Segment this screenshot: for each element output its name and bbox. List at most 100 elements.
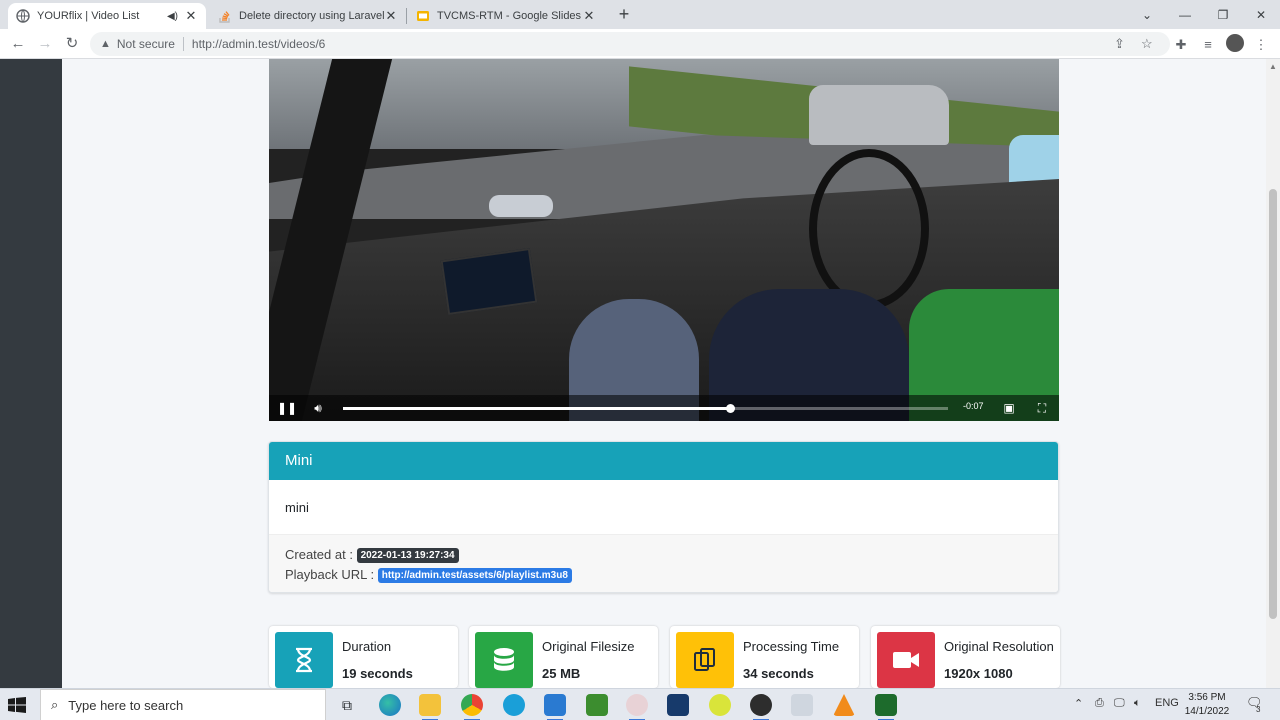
tab-search-icon[interactable]: ⌄ (1128, 0, 1166, 29)
seek-bar-played (343, 407, 731, 410)
speaker-icon[interactable]: 🔈︎ (1134, 697, 1141, 710)
created-label: Created at : (285, 547, 353, 562)
video-frame-steering-wheel (809, 149, 929, 309)
time-remaining: -0:07 (963, 401, 984, 411)
fullscreen-icon[interactable]: ⛶ (1033, 399, 1051, 417)
info-box-value: 34 seconds (743, 666, 814, 681)
created-badge: 2022-01-13 19:27:34 (356, 548, 459, 563)
reload-icon[interactable]: ↻ (62, 34, 82, 54)
edge-browser-icon[interactable] (379, 694, 401, 716)
minimize-button[interactable]: — (1166, 0, 1204, 29)
menu-kebab-icon[interactable]: ⋮ (1252, 36, 1270, 54)
taskbar-search-placeholder: Type here to search (68, 697, 184, 713)
task-view-icon[interactable]: ⧉ (336, 694, 358, 716)
taskbar-search[interactable]: ⌕ Type here to search (40, 689, 326, 720)
back-arrow-icon[interactable]: ← (8, 34, 28, 54)
app-icon[interactable] (503, 694, 525, 716)
browser-tab-strip: YOURflix | Video List ◀︎) ✕ Delete direc… (0, 0, 1280, 29)
copy-icon (676, 632, 734, 688)
close-tab-icon[interactable]: ✕ (184, 8, 198, 24)
playback-row: Playback URL : http://admin.test/assets/… (285, 565, 1042, 585)
tab-separator (406, 8, 407, 24)
volume-icon[interactable]: 🔊︎ (309, 399, 327, 417)
profile-avatar[interactable] (1226, 34, 1244, 52)
show-hidden-icons-icon[interactable]: ⌃ (1074, 697, 1083, 710)
created-row: Created at : 2022-01-13 19:27:34 (285, 545, 1042, 565)
video-title: Mini (269, 442, 1058, 480)
info-box-title: Original Filesize (542, 639, 635, 654)
duration-info-box: Duration 19 seconds (269, 626, 458, 688)
slides-icon (416, 9, 430, 23)
share-icon[interactable]: ⇪ (1114, 36, 1125, 52)
info-box-value: 19 seconds (342, 666, 413, 681)
close-tab-icon[interactable]: ✕ (582, 8, 596, 24)
playback-label: Playback URL : (285, 567, 375, 582)
file-explorer-icon[interactable] (419, 694, 441, 720)
network-icon[interactable]: 🖵︎ (1114, 697, 1125, 710)
globe-icon (16, 9, 30, 23)
new-tab-button[interactable]: + (614, 4, 634, 24)
video-player[interactable]: ❚❚ 🔊︎ -0:07 ▣ ⛶ (269, 59, 1059, 421)
admin-sidebar (0, 59, 62, 688)
tab-title: YOURflix | Video List (37, 10, 140, 22)
powershell-icon[interactable] (667, 694, 689, 716)
tab-yourflix[interactable]: YOURflix | Video List ◀︎) ✕ (8, 3, 206, 29)
obs-icon[interactable] (750, 694, 772, 720)
maximize-button[interactable]: ❐ (1204, 0, 1242, 29)
windows-start-icon[interactable] (8, 697, 26, 713)
close-tab-icon[interactable]: ✕ (384, 8, 398, 24)
warning-icon[interactable]: ▲ (100, 38, 111, 50)
windows-taskbar: ⌕ Type here to search ⧉ ⌃ ⎙ 🖵︎ 🔈︎ ENG 3:… (0, 688, 1280, 720)
video-camera-icon (877, 632, 935, 688)
chrome-icon[interactable] (461, 694, 483, 720)
tab-laravel[interactable]: Delete directory using Laravel Sto ✕ (210, 3, 406, 29)
vlc-icon[interactable] (833, 694, 855, 716)
video-description: mini (285, 500, 309, 515)
video-controls: ❚❚ 🔊︎ -0:07 ▣ ⛶ (269, 395, 1059, 421)
pause-icon[interactable]: ❚❚ (277, 399, 297, 417)
forward-arrow-icon[interactable]: → (35, 34, 55, 54)
divider (182, 37, 184, 51)
filesize-info-box: Original Filesize 25 MB (469, 626, 658, 688)
usb-device-icon[interactable]: ⎙ (1095, 697, 1104, 710)
app-icon[interactable] (875, 694, 897, 720)
extensions-puzzle-icon[interactable]: ✚ (1172, 36, 1190, 54)
scroll-up-arrow-icon[interactable]: ▲ (1269, 62, 1277, 71)
notification-count: 3 (1256, 705, 1261, 714)
processing-time-info-box: Processing Time 34 seconds (670, 626, 859, 688)
info-box-title: Original Resolution (944, 639, 1054, 654)
url-text[interactable]: http://admin.test/videos/6 (192, 37, 325, 51)
seek-bar[interactable] (343, 404, 948, 413)
clock-time: 3:56 PM (1188, 692, 1226, 703)
address-bar[interactable]: ▲ Not secure http://admin.test/videos/6 … (90, 32, 1170, 56)
tab-title: Delete directory using Laravel Sto (239, 10, 384, 22)
info-box-value: 25 MB (542, 666, 581, 681)
app-icon[interactable] (626, 694, 648, 720)
tab-google-slides[interactable]: TVCMS-RTM - Google Slides ✕ (408, 3, 604, 29)
vscode-icon[interactable] (544, 694, 566, 720)
browser-toolbar: ← → ↻ ▲ Not secure http://admin.test/vid… (0, 29, 1280, 59)
page-scrollbar[interactable]: ▲ (1266, 59, 1280, 688)
language-indicator[interactable]: ENG (1155, 697, 1179, 709)
seek-bar-handle[interactable] (726, 404, 736, 413)
security-label[interactable]: Not secure (117, 37, 175, 51)
close-window-button[interactable]: ✕ (1242, 0, 1280, 29)
media-control-icon[interactable]: ≡ (1199, 36, 1217, 54)
audio-playing-icon[interactable]: ◀︎) (167, 11, 178, 22)
notepad-plus-icon[interactable] (586, 694, 608, 716)
tab-title: TVCMS-RTM - Google Slides (437, 10, 582, 22)
heidisql-icon[interactable] (709, 694, 731, 716)
search-icon: ⌕ (51, 697, 59, 712)
playback-url-badge[interactable]: http://admin.test/assets/6/playlist.m3u8 (377, 568, 572, 583)
info-box-title: Processing Time (743, 639, 840, 654)
info-box-title: Duration (342, 639, 392, 654)
video-info-card: Mini mini Created at : 2022-01-13 19:27:… (268, 441, 1059, 593)
video-frame-car (809, 85, 949, 145)
bookmark-star-icon[interactable]: ☆ (1141, 36, 1153, 52)
clock-date: 14/1/2022 (1184, 706, 1230, 717)
video-meta: Created at : 2022-01-13 19:27:34 Playbac… (269, 534, 1058, 592)
scrollbar-thumb[interactable] (1269, 189, 1277, 619)
app-icon[interactable] (791, 694, 813, 716)
picture-in-picture-icon[interactable]: ▣ (1000, 399, 1018, 417)
taskbar-clock[interactable]: 3:56 PM 14/1/2022 (1180, 691, 1234, 719)
